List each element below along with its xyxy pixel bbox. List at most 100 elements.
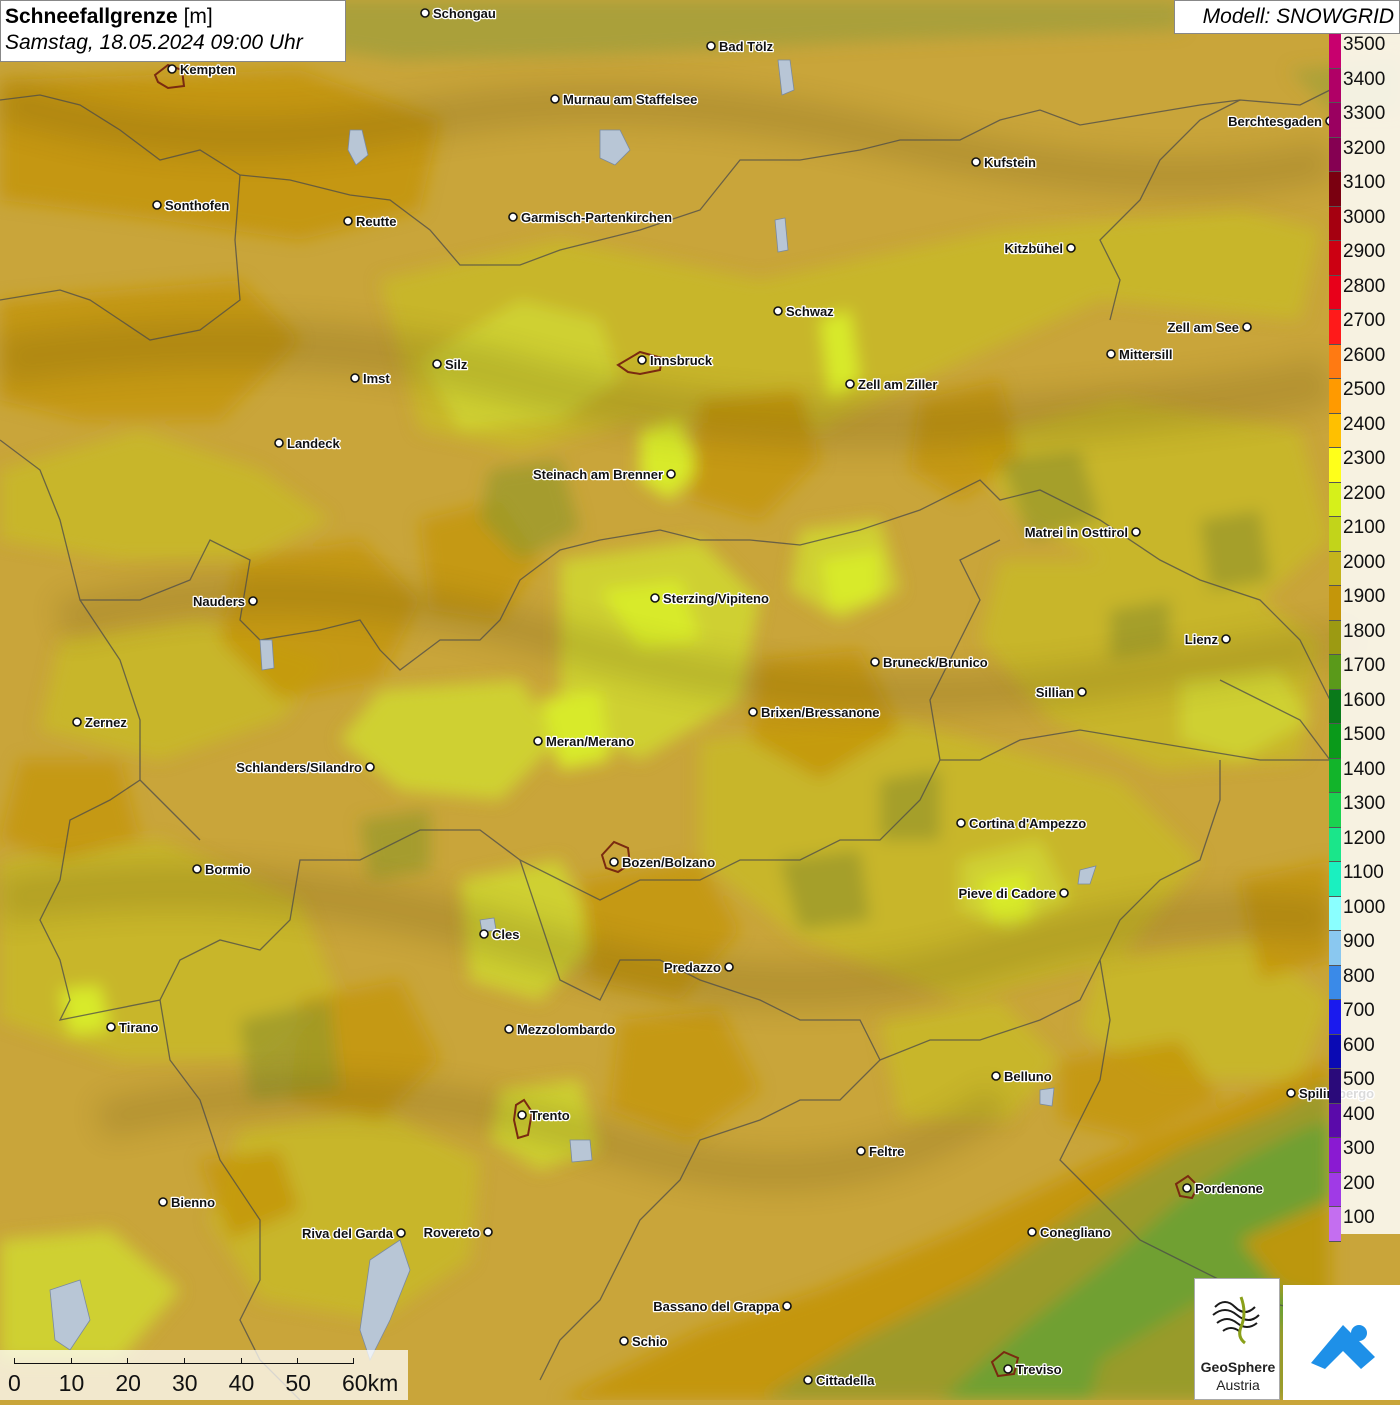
city-marker[interactable]: Conegliano	[1027, 1224, 1112, 1241]
city-marker[interactable]: Cortina d'Ampezzo	[956, 815, 1088, 832]
legend-row: 400	[1329, 1103, 1400, 1138]
city-dot-icon	[420, 8, 430, 18]
scale-bar-tick	[297, 1358, 299, 1364]
legend-row: 2700	[1329, 310, 1400, 345]
city-label: Zell am See	[1167, 320, 1239, 335]
city-label: Pieve di Cadore	[958, 886, 1056, 901]
legend-swatch	[1329, 1138, 1341, 1173]
logo-name: GeoSphere	[1200, 1359, 1276, 1375]
city-dot-icon	[508, 212, 518, 222]
city-label: Mittersill	[1119, 347, 1172, 362]
city-marker[interactable]: Meran/Merano	[533, 733, 635, 750]
city-marker[interactable]: Garmisch-Partenkirchen	[508, 209, 673, 226]
city-marker[interactable]: Bassano del Grappa	[652, 1298, 792, 1315]
city-marker[interactable]: Sonthofen	[152, 197, 231, 214]
app-logo[interactable]	[1283, 1285, 1400, 1400]
city-marker[interactable]: Steinach am Brenner	[532, 466, 676, 483]
city-label: Meran/Merano	[546, 734, 634, 749]
snowfall-limit-map[interactable]: Schongau Bad Tölz Kempten Murnau am Staffel…	[0, 0, 1400, 1400]
legend-swatch	[1329, 448, 1341, 483]
city-dot-icon	[619, 1336, 629, 1346]
city-marker[interactable]: Matrei in Osttirol	[1023, 524, 1141, 541]
legend-label: 3200	[1343, 137, 1386, 159]
legend-label: 3400	[1343, 68, 1386, 90]
legend-label: 1300	[1343, 793, 1386, 814]
city-label: Cortina d'Ampezzo	[969, 816, 1086, 831]
scale-bar-label: 40	[228, 1370, 255, 1396]
city-dot-icon	[956, 818, 966, 828]
city-label: Schwaz	[786, 304, 834, 319]
city-marker[interactable]: Schongau	[420, 5, 497, 22]
city-label: Steinach am Brenner	[533, 467, 663, 482]
city-dot-icon	[1003, 1364, 1013, 1374]
city-label: Schio	[632, 1334, 667, 1349]
city-dot-icon	[483, 1227, 493, 1237]
city-label: Landeck	[287, 436, 341, 451]
legend-row: 1900	[1329, 586, 1400, 621]
legend-swatch	[1329, 655, 1341, 690]
city-marker[interactable]: Pordenone	[1182, 1180, 1264, 1197]
legend-row: 1800	[1329, 620, 1400, 655]
city-dot-icon	[1077, 687, 1087, 697]
legend-label: 300	[1343, 1138, 1375, 1159]
city-marker[interactable]: Pieve di Cadore	[957, 885, 1069, 902]
city-marker[interactable]: Bruneck/Brunico	[870, 654, 989, 671]
model-label: Modell: SNOWGRID	[1174, 0, 1400, 34]
city-marker[interactable]: Brixen/Bressanone	[748, 704, 881, 721]
legend-row: 1100	[1329, 862, 1400, 897]
legend-row: 3000	[1329, 206, 1400, 241]
city-marker[interactable]: Zell am See	[1166, 319, 1252, 336]
city-marker[interactable]: Bozen/Bolzano	[609, 854, 717, 871]
scale-bar-label: 50	[285, 1370, 311, 1396]
city-label: Matrei in Osttirol	[1025, 525, 1128, 540]
city-marker[interactable]: Riva del Garda	[301, 1225, 406, 1242]
city-label: Bruneck/Brunico	[883, 655, 988, 670]
scale-bar-tick	[240, 1358, 242, 1364]
city-label: Riva del Garda	[302, 1226, 394, 1241]
city-marker[interactable]: Innsbruck	[637, 352, 714, 369]
city-label: Imst	[363, 371, 390, 386]
city-marker[interactable]: Berchtesgaden	[1227, 113, 1335, 130]
city-dot-icon	[650, 593, 660, 603]
legend-swatch	[1329, 758, 1341, 793]
legend-swatch	[1329, 620, 1341, 655]
map-title: Schneefallgrenze [m]	[5, 4, 341, 30]
legend-row: 3400	[1329, 68, 1400, 103]
city-dot-icon	[432, 359, 442, 369]
city-marker[interactable]: Schlanders/Silandro	[235, 759, 375, 776]
legend-swatch	[1329, 310, 1341, 345]
city-dot-icon	[1131, 527, 1141, 537]
scale-bar-label: 20	[115, 1370, 141, 1396]
scale-bar-tick	[184, 1358, 185, 1364]
city-label: Treviso	[1016, 1362, 1062, 1377]
city-marker[interactable]: Mezzolombardo	[504, 1021, 617, 1038]
city-label: Feltre	[869, 1144, 904, 1159]
legend-swatch	[1329, 931, 1341, 966]
city-label: Belluno	[1004, 1069, 1052, 1084]
city-label: Schongau	[433, 6, 496, 21]
legend-swatch	[1329, 827, 1341, 862]
city-marker[interactable]: Zell am Ziller	[845, 376, 939, 393]
city-dot-icon	[1182, 1183, 1192, 1193]
legend-row: 300	[1329, 1138, 1400, 1173]
city-dot-icon	[365, 762, 375, 772]
legend-row: 1200	[1329, 827, 1400, 862]
city-label: Reutte	[356, 214, 396, 229]
legend-swatch	[1329, 896, 1341, 931]
legend-row: 2500	[1329, 379, 1400, 414]
legend-row: 1700	[1329, 655, 1400, 690]
legend-label: 3300	[1343, 103, 1386, 124]
legend-row: 200	[1329, 1172, 1400, 1207]
city-label: Predazzo	[664, 960, 721, 975]
legend-swatch	[1329, 965, 1341, 1000]
legend-row: 900	[1329, 931, 1400, 966]
city-label: Bassano del Grappa	[653, 1299, 779, 1314]
city-marker[interactable]: Sterzing/Vipiteno	[650, 590, 770, 607]
scale-bar-label: 30	[172, 1370, 198, 1396]
city-label: Nauders	[193, 594, 245, 609]
legend-row: 2400	[1329, 413, 1400, 448]
city-dot-icon	[504, 1024, 514, 1034]
city-marker[interactable]: Murnau am Staffelsee	[550, 91, 699, 108]
legend-row: 3500	[1329, 34, 1400, 69]
geosphere-logo[interactable]: GeoSphere Austria	[1194, 1278, 1280, 1400]
